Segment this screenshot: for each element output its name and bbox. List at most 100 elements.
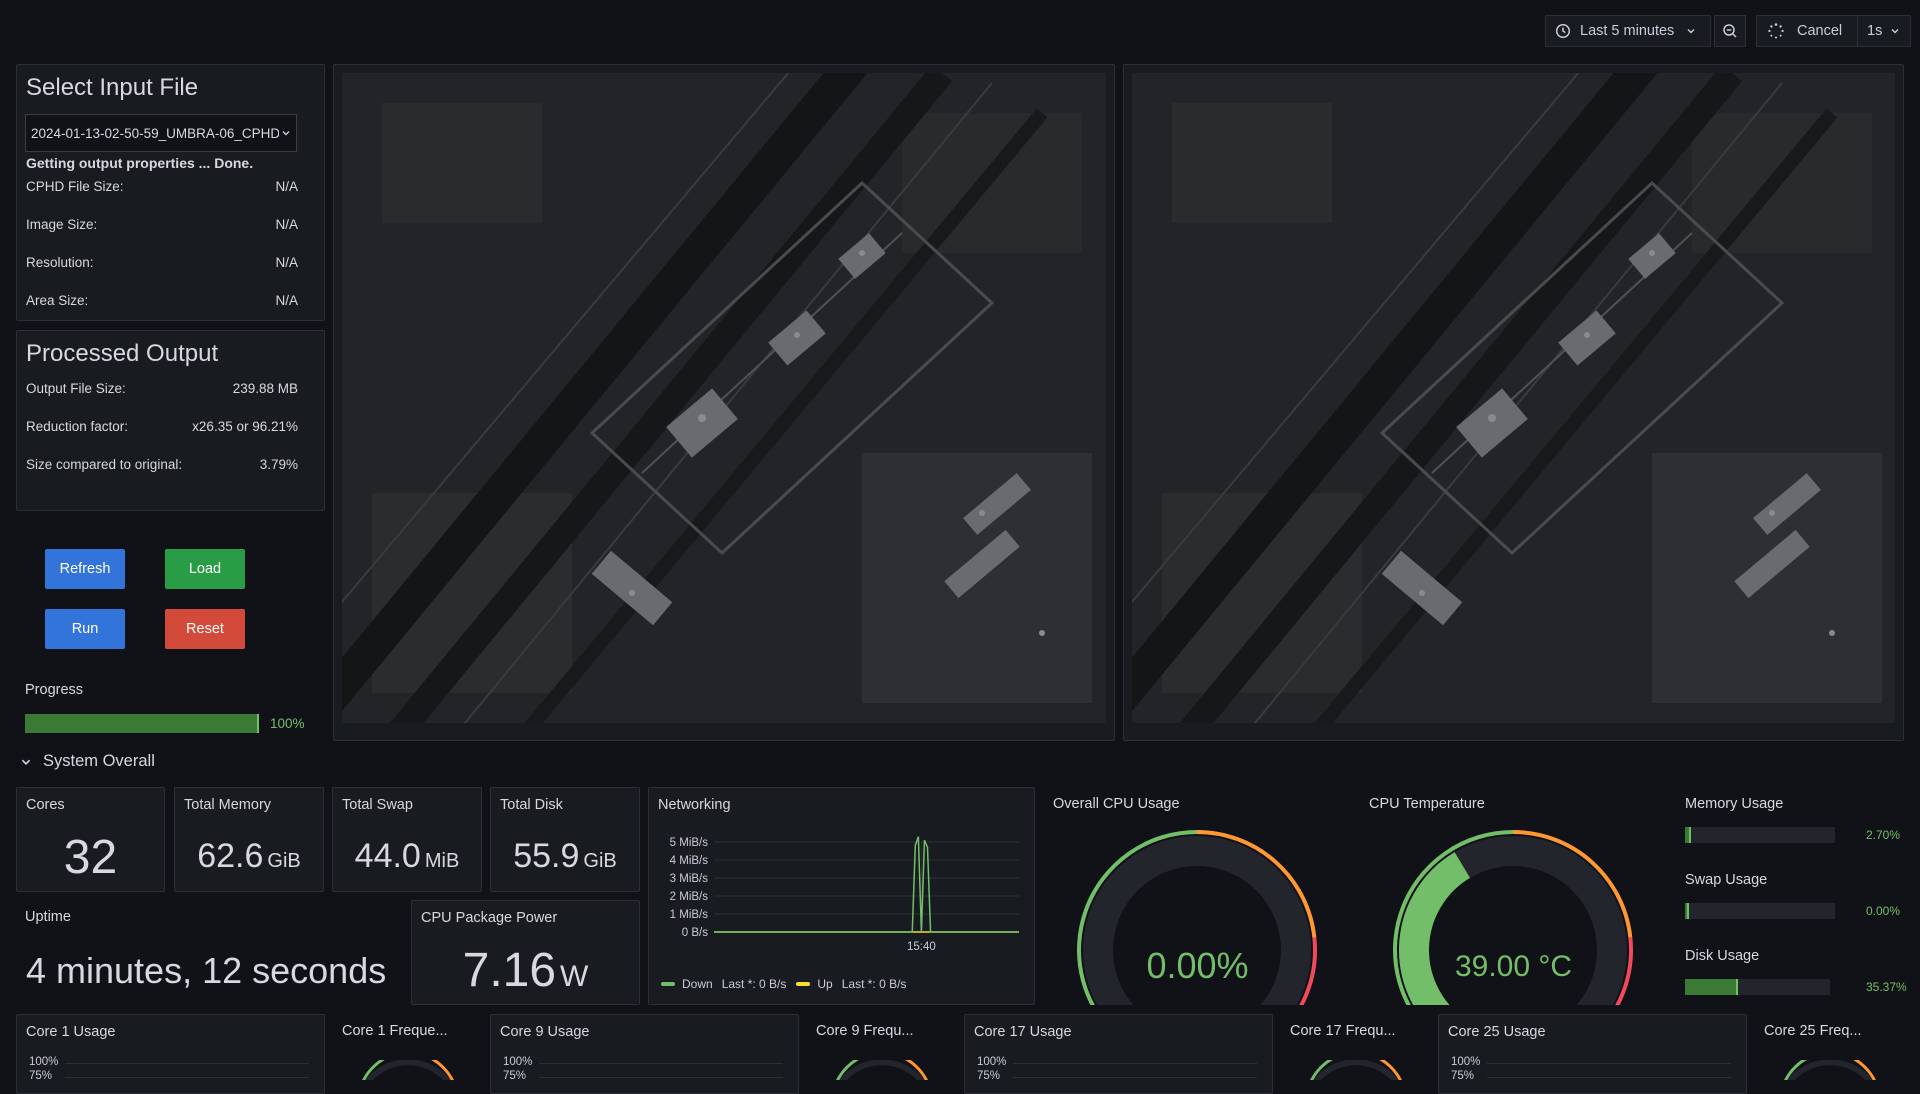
frequency-gauge (362, 1060, 454, 1080)
axis-label: 100% (1451, 1056, 1481, 1068)
sar-image-panel-left (333, 64, 1115, 741)
progress-bar (25, 714, 259, 733)
legend-item-down[interactable]: Down Last *: 0 B/s (661, 977, 786, 991)
stat-value: 62.6 (197, 837, 264, 875)
sar-image (1132, 73, 1895, 723)
cancel-button[interactable]: Cancel (1756, 15, 1858, 47)
swap-usage-value: 0.00% (1866, 904, 1901, 918)
panel-title: Core 9 Frequ... (816, 1023, 914, 1039)
panel-title: Cores (26, 797, 65, 813)
size-compared-row: Size compared to original: 3.79% (26, 457, 298, 472)
x-tick-label: 15:40 (907, 941, 936, 953)
grid-line (539, 1077, 783, 1078)
stat-value: 32 (63, 831, 118, 884)
section-toggle[interactable]: System Overall (20, 752, 155, 771)
y-tick-label: 0 B/s (682, 927, 708, 939)
panel-title: Uptime (25, 909, 71, 925)
swap-usage-bar (1685, 903, 1835, 919)
panel-title: Core 25 Usage (1448, 1024, 1546, 1040)
stat-unit: MiB (424, 850, 460, 872)
core-9-frequency-panel: Core 9 Frequ... (807, 1014, 957, 1080)
grid-line (65, 1063, 309, 1064)
panel-title: Core 9 Usage (500, 1024, 590, 1040)
refresh-button[interactable]: Refresh (45, 549, 125, 589)
core-25-frequency-panel: Core 25 Freq... (1755, 1014, 1905, 1080)
chevron-down-icon (1686, 26, 1696, 36)
panel-title: CPU Package Power (421, 910, 558, 926)
grid-line (1487, 1077, 1731, 1078)
zoom-out-button[interactable] (1714, 15, 1746, 47)
y-tick-label: 3 MiB/s (670, 873, 709, 885)
grid-line (1013, 1077, 1257, 1078)
stat-value: 44.0 (354, 837, 421, 875)
axis-label: 100% (503, 1056, 533, 1068)
panel-title: Core 1 Freque... (342, 1023, 448, 1039)
progress-fill (25, 714, 259, 733)
panel-title: Total Disk (500, 797, 563, 813)
sar-image-panel-right (1123, 64, 1904, 741)
panel-title: Select Input File (26, 74, 199, 101)
resolution-row: Resolution: N/A (26, 255, 298, 270)
stat-value: 4 minutes, 12 seconds (26, 950, 387, 991)
time-range-picker[interactable]: Last 5 minutes (1545, 15, 1711, 47)
panel-title: Networking (658, 797, 731, 813)
grid-line (539, 1063, 783, 1064)
axis-label: 75% (1451, 1070, 1475, 1082)
panel-title: Core 1 Usage (26, 1024, 116, 1040)
cores-panel: Cores 32 (16, 787, 165, 892)
chart-legend: Down Last *: 0 B/s Up Last *: 0 B/s (661, 977, 906, 991)
stat-value: 55.9 (513, 837, 580, 875)
image-size-row: Image Size: N/A (26, 217, 298, 232)
networking-panel: Networking 0 B/s 1 MiB/s 2 MiB/s 3 MiB/s 4 M… (648, 787, 1035, 1005)
y-tick-label: 2 MiB/s (670, 891, 709, 903)
cpu-usage-panel: Overall CPU Usage 0.00% (1044, 787, 1351, 1005)
load-button[interactable]: Load (165, 549, 245, 589)
total-disk-panel: Total Disk 55.9 GiB (490, 787, 640, 892)
stat-unit: GiB (583, 850, 617, 872)
networking-chart: 0 B/s 1 MiB/s 2 MiB/s 3 MiB/s 4 MiB/s 5 MiB/s… (670, 836, 1019, 953)
y-tick-label: 4 MiB/s (670, 855, 709, 867)
core-1-usage-panel: Core 1 Usage 100% 75% (16, 1014, 325, 1094)
axis-label: 75% (977, 1070, 1001, 1082)
spinner-icon (1767, 22, 1785, 40)
run-button[interactable]: Run (45, 609, 125, 649)
processed-output-panel: Processed Output Output File Size: 239.88… (16, 330, 325, 511)
stat-value: 7.16 (462, 944, 557, 997)
disk-usage-title: Disk Usage (1685, 948, 1760, 964)
clock-icon (1555, 23, 1571, 39)
grid-line (1013, 1063, 1257, 1064)
legend-item-up[interactable]: Up Last *: 0 B/s (796, 977, 906, 991)
y-tick-label: 1 MiB/s (670, 909, 709, 921)
panel-title: Total Memory (184, 797, 272, 813)
frequency-gauge (1784, 1060, 1876, 1080)
reduction-row: Reduction factor: x26.35 or 96.21% (26, 419, 298, 434)
axis-label: 75% (503, 1070, 527, 1082)
core-17-frequency-panel: Core 17 Frequ... (1281, 1014, 1431, 1080)
axis-label: 75% (29, 1070, 53, 1082)
status-text: Getting output properties ... Done. (26, 155, 254, 171)
axis-label: 100% (977, 1056, 1007, 1068)
section-title: System Overall (43, 752, 155, 770)
panel-title: Core 17 Usage (974, 1024, 1072, 1040)
panel-title: Overall CPU Usage (1053, 796, 1180, 812)
core-9-usage-panel: Core 9 Usage 100% 75% (490, 1014, 799, 1094)
refresh-interval-picker[interactable]: 1s (1857, 15, 1911, 47)
progress-label: Progress (25, 682, 84, 698)
usage-bars-panel: Memory Usage 2.70% Swap Usage 0.00% Disk… (1676, 787, 1907, 1005)
panel-title: Core 17 Frequ... (1290, 1023, 1396, 1039)
gauge-value: 39.00 °C (1454, 950, 1573, 983)
disk-usage-value: 35.37% (1866, 980, 1907, 994)
panel-title: CPU Temperature (1369, 796, 1485, 812)
panel-title: Core 25 Freq... (1764, 1023, 1862, 1039)
memory-usage-title: Memory Usage (1685, 796, 1784, 812)
memory-usage-bar (1685, 827, 1835, 843)
refresh-interval-label: 1s (1867, 23, 1883, 39)
file-select[interactable]: 2024-01-13-02-50-59_UMBRA-06_CPHD.cphd (25, 114, 297, 152)
reset-button[interactable]: Reset (165, 609, 245, 649)
sar-image (342, 73, 1106, 723)
output-size-row: Output File Size: 239.88 MB (26, 381, 298, 396)
cancel-label: Cancel (1797, 23, 1843, 39)
grid-line (1487, 1063, 1731, 1064)
chevron-down-icon (20, 756, 32, 768)
area-size-row: Area Size: N/A (26, 293, 298, 308)
